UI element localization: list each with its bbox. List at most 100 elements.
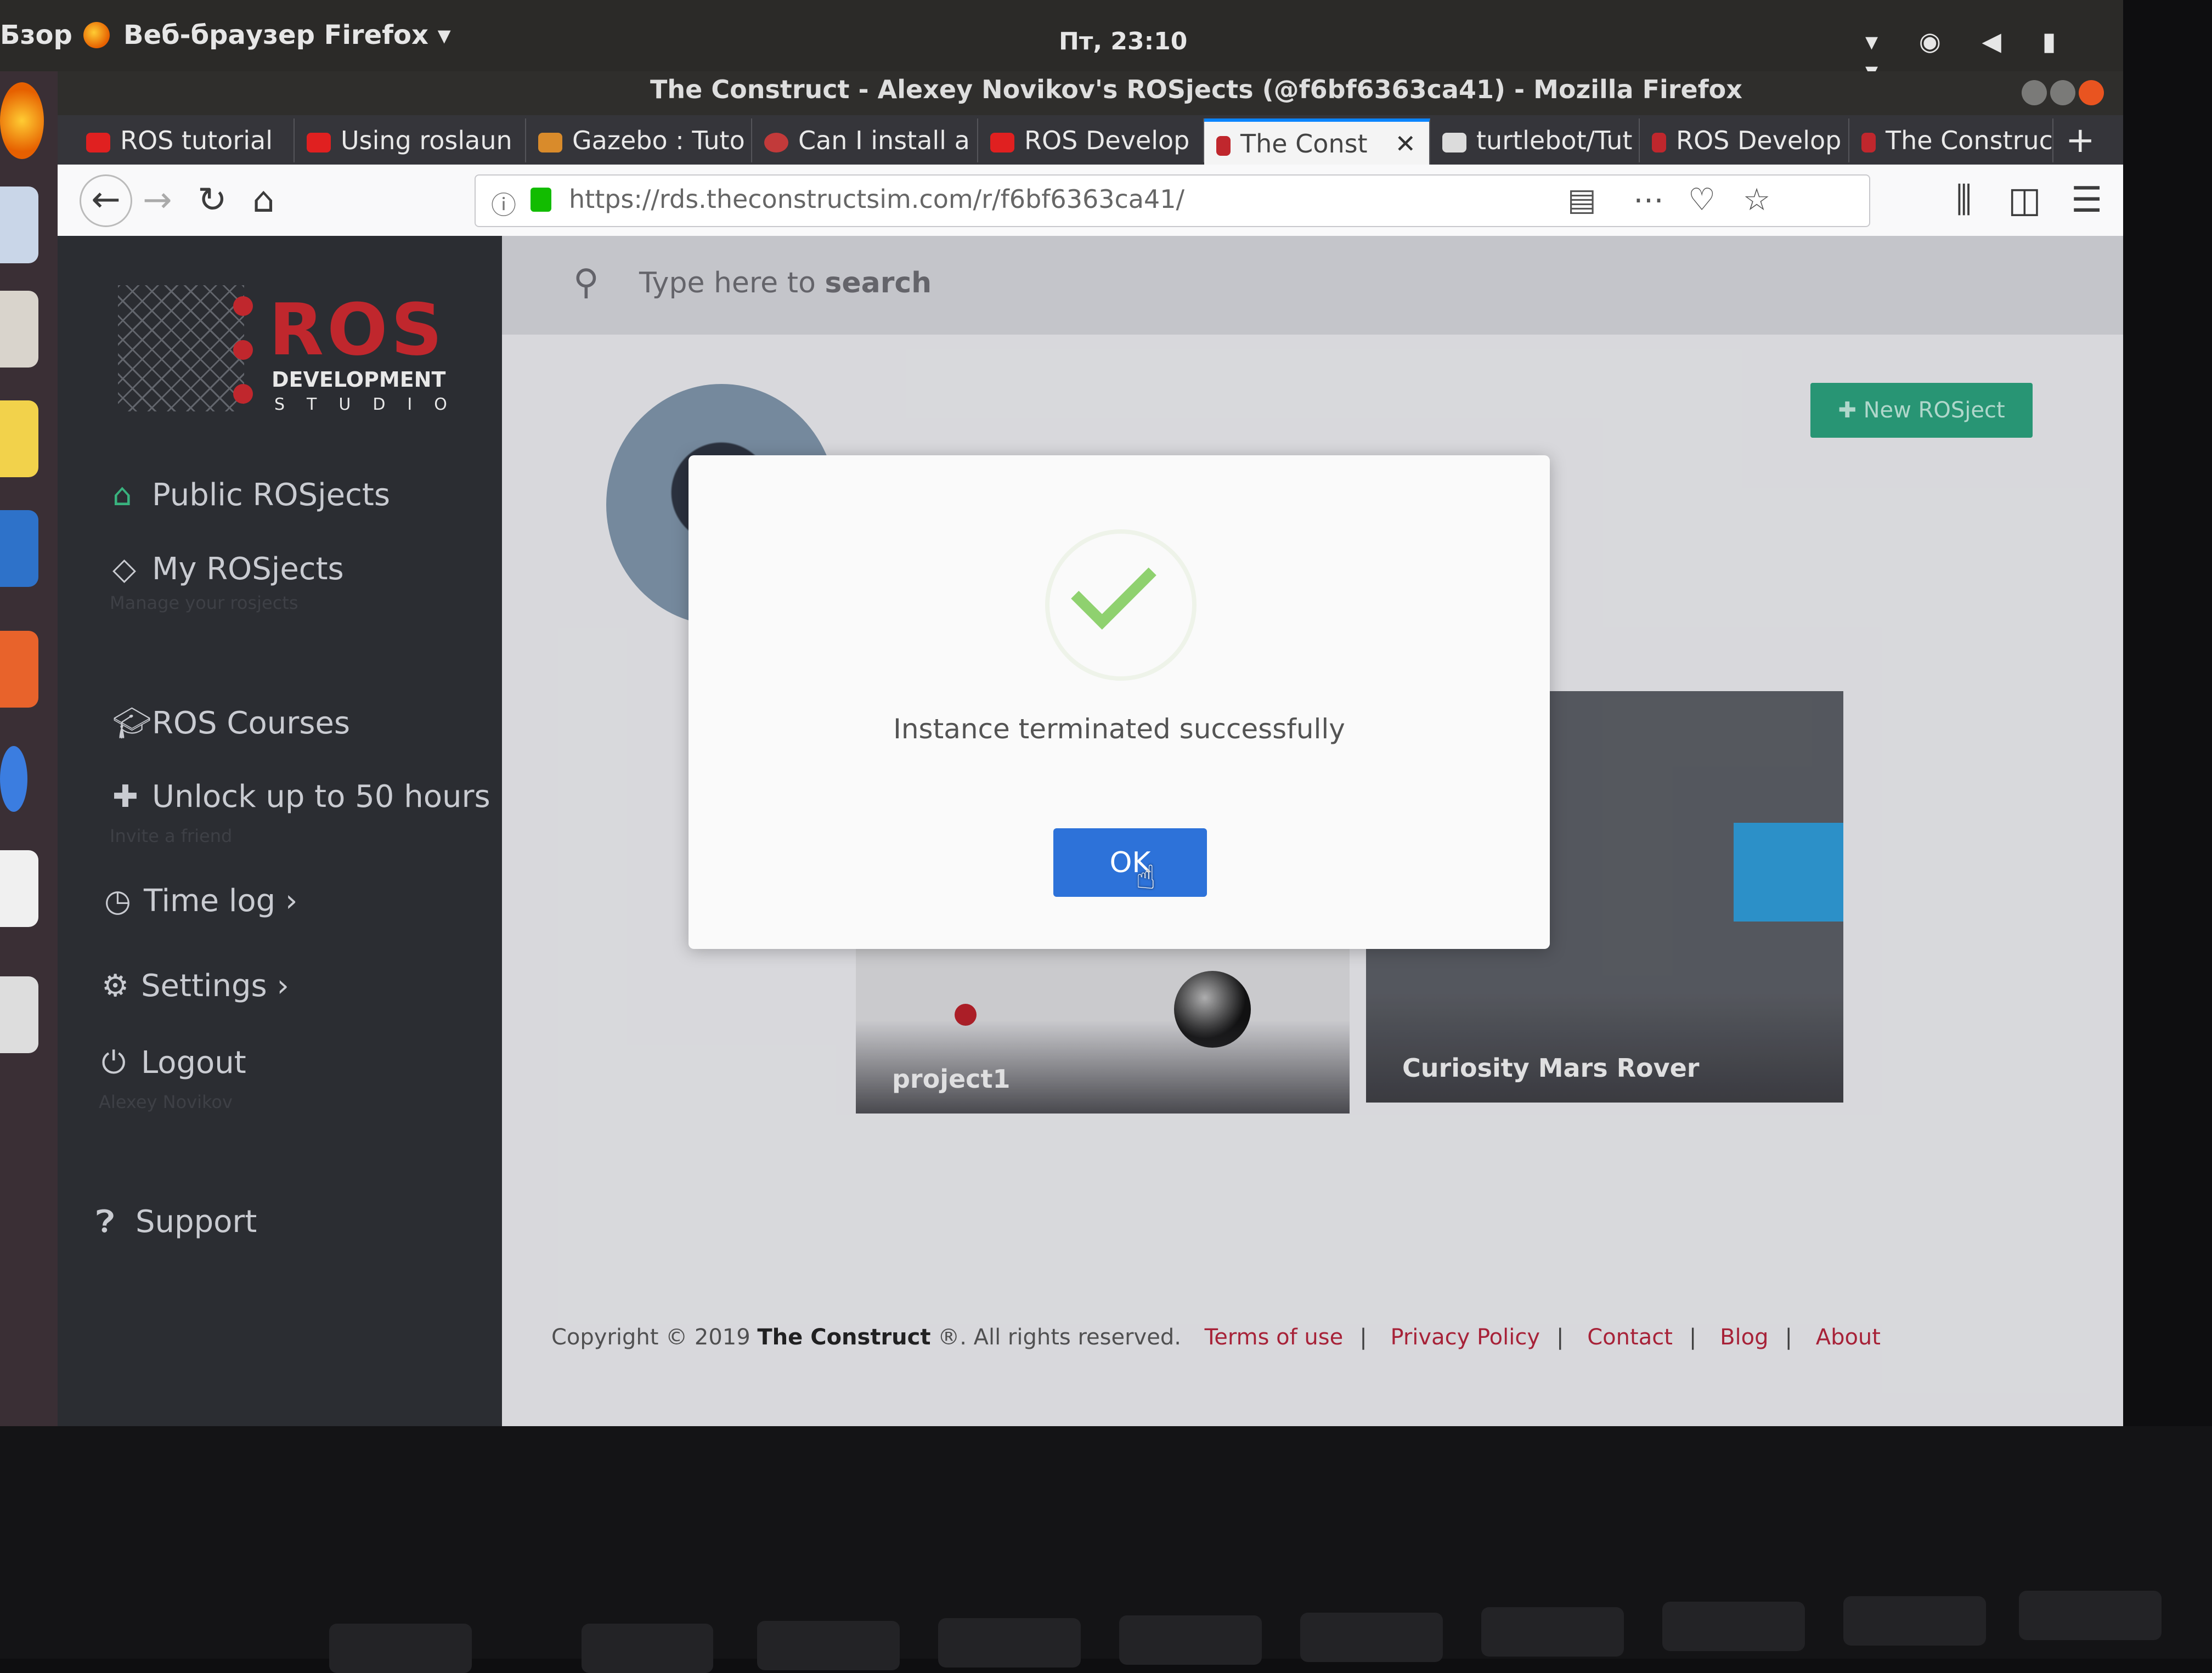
window-title: The Construct - Alexey Novikov's ROSject…: [650, 75, 1742, 104]
bookmark-star-icon[interactable]: ☆: [1743, 182, 1770, 218]
ros-development-studio-logo[interactable]: ROS DEVELOPMENT STUDIO: [118, 285, 458, 417]
sidebar-item-unlock-hours[interactable]: ✚ Unlock up to 50 hours: [112, 779, 490, 815]
window-title-bar: The Construct - Alexey Novikov's ROSject…: [58, 71, 2123, 115]
logo-dot: [233, 340, 253, 360]
new-tab-button[interactable]: +: [2066, 118, 2109, 162]
add-user-icon: ✚: [112, 779, 138, 815]
clock-icon: ◷: [104, 883, 131, 919]
sidebar-subtitle: Manage your rosjects: [110, 592, 298, 613]
logo-ros-text: ROS: [269, 288, 446, 371]
chevron-right-icon: ›: [276, 968, 289, 1004]
sidebar-item-time-log[interactable]: ◷ Time log ›: [104, 883, 297, 919]
page-actions-icon[interactable]: ⋯: [1633, 182, 1664, 218]
power-icon: ⏻: [101, 1045, 126, 1081]
home-button[interactable]: ⌂: [252, 180, 275, 221]
ok-button[interactable]: OK: [1053, 828, 1207, 897]
reload-button[interactable]: ↻: [198, 180, 227, 221]
keyboard-key: [1300, 1613, 1443, 1662]
url-text[interactable]: https://rds.theconstructsim.com/r/f6bf63…: [569, 184, 1184, 214]
logo-development-text: DEVELOPMENT: [272, 368, 446, 392]
keyboard-key: [1119, 1615, 1262, 1665]
browser-tab[interactable]: The Construc: [1849, 118, 2053, 162]
keyboard-key: [1843, 1596, 1986, 1646]
laptop-keyboard-area: [0, 1426, 2212, 1673]
browser-tab[interactable]: ROS Develop: [1640, 118, 1849, 162]
success-dialog: Instance terminated successfully OK ☝: [689, 455, 1550, 949]
minimize-window-button[interactable]: [2022, 80, 2047, 105]
construct-icon: [1216, 135, 1231, 156]
sidebar-item-settings[interactable]: ⚙ Settings ›: [101, 968, 289, 1004]
dialog-message: Instance terminated successfully: [893, 713, 1345, 745]
files-launcher-icon[interactable]: [0, 291, 38, 368]
site-info-icon[interactable]: ⓘ: [491, 185, 516, 222]
firefox-launcher-icon[interactable]: [0, 82, 44, 159]
github-grid-icon: [1442, 132, 1466, 152]
software-launcher-icon[interactable]: [0, 631, 38, 708]
graduation-cap-icon: 🎓︎: [112, 705, 152, 741]
diamond-icon: ◇: [112, 551, 137, 587]
keyboard-key: [938, 1618, 1081, 1668]
back-button[interactable]: ←: [80, 174, 132, 227]
system-clock[interactable]: Пт, 23:10: [1059, 27, 1187, 55]
logo-mesh-graphic: [118, 285, 244, 411]
gears-icon: ⚙: [101, 968, 129, 1004]
keyboard-key: [1662, 1602, 1805, 1651]
ubuntu-launcher: [0, 71, 58, 1426]
system-top-bar: Бзор Веб-браузер Firefox ▾ Пт, 23:10 ▾ ◉…: [0, 0, 2123, 86]
keyboard-key: [582, 1624, 713, 1673]
sidebar-subtitle: Alexey Novikov: [99, 1092, 233, 1112]
desktop-screen: Бзор Веб-браузер Firefox ▾ Пт, 23:10 ▾ ◉…: [0, 0, 2123, 1426]
chevron-right-icon: ›: [285, 883, 298, 919]
close-tab-icon[interactable]: ✕: [1395, 122, 1416, 166]
youtube-icon: [307, 132, 331, 152]
tab-strip: ROS tutorial Using roslaun Gazebo : Tuto…: [58, 115, 2123, 166]
forward-button[interactable]: →: [143, 180, 172, 221]
writer-launcher-icon[interactable]: [0, 510, 38, 587]
terminal-launcher-icon[interactable]: [0, 976, 38, 1053]
close-window-button[interactable]: [2079, 80, 2104, 105]
browser-tab[interactable]: Can I install a: [752, 118, 978, 162]
youtube-icon: [990, 132, 1014, 152]
pocket-icon[interactable]: ♡: [1688, 182, 1716, 218]
sidebar-toggle-icon[interactable]: ◫: [2008, 180, 2041, 221]
browser-tab[interactable]: ROS Develop: [978, 118, 1204, 162]
sidebar-subtitle: Invite a friend: [110, 826, 233, 846]
rhythmbox-launcher-icon[interactable]: [0, 400, 38, 477]
ros-answers-icon: [764, 132, 788, 152]
menu-icon[interactable]: ☰: [2071, 180, 2102, 221]
sidebar-item-my-rosjects[interactable]: ◇ My ROSjects: [112, 551, 344, 587]
library-icon[interactable]: ⫼: [1956, 180, 1972, 221]
sidebar-item-ros-courses[interactable]: 🎓︎ROS Courses: [112, 705, 350, 741]
question-icon: ❓︎: [96, 1204, 115, 1240]
maximize-window-button[interactable]: [2050, 80, 2075, 105]
reader-view-icon[interactable]: ▤: [1567, 182, 1596, 218]
app-menu[interactable]: Веб-браузер Firefox ▾: [123, 20, 451, 50]
browser-tab-active[interactable]: The Const ✕: [1204, 118, 1430, 166]
keyboard-key: [2019, 1591, 2162, 1640]
construct-icon: [1652, 132, 1666, 152]
browser-tab[interactable]: ROS tutorial: [74, 118, 295, 162]
keyboard-key: [757, 1621, 900, 1670]
firefox-icon: [83, 22, 110, 48]
lock-icon: [531, 188, 551, 212]
navigation-toolbar: ← → ↻ ⌂ ⓘ https://rds.theconstructsim.co…: [58, 165, 2123, 237]
address-bar[interactable]: ⓘ https://rds.theconstructsim.com/r/f6bf…: [475, 174, 1870, 227]
keyboard-key: [1481, 1607, 1624, 1657]
thunderbird-launcher-icon[interactable]: [0, 186, 38, 263]
amazon-launcher-icon[interactable]: [0, 850, 38, 927]
help-launcher-icon[interactable]: [0, 746, 27, 812]
browser-tab[interactable]: Gazebo : Tuto: [526, 118, 752, 162]
hand-cursor-icon: ☝: [1136, 858, 1156, 897]
keyboard-key: [329, 1624, 472, 1673]
logo-dot: [233, 384, 253, 404]
gazebo-icon: [538, 132, 562, 152]
sidebar: ROS DEVELOPMENT STUDIO ⌂ Public ROSjects …: [58, 236, 502, 1426]
activities-button[interactable]: Бзор: [0, 20, 72, 50]
sidebar-item-public-rosjects[interactable]: ⌂ Public ROSjects: [112, 477, 390, 513]
browser-tab[interactable]: turtlebot/Tut: [1430, 118, 1640, 162]
home-icon: ⌂: [112, 477, 132, 513]
browser-tab[interactable]: Using roslaun: [295, 118, 526, 162]
sidebar-item-logout[interactable]: ⏻ Logout: [101, 1045, 246, 1081]
sidebar-item-support[interactable]: ❓︎ Support: [96, 1204, 257, 1240]
logo-dot: [233, 296, 253, 316]
